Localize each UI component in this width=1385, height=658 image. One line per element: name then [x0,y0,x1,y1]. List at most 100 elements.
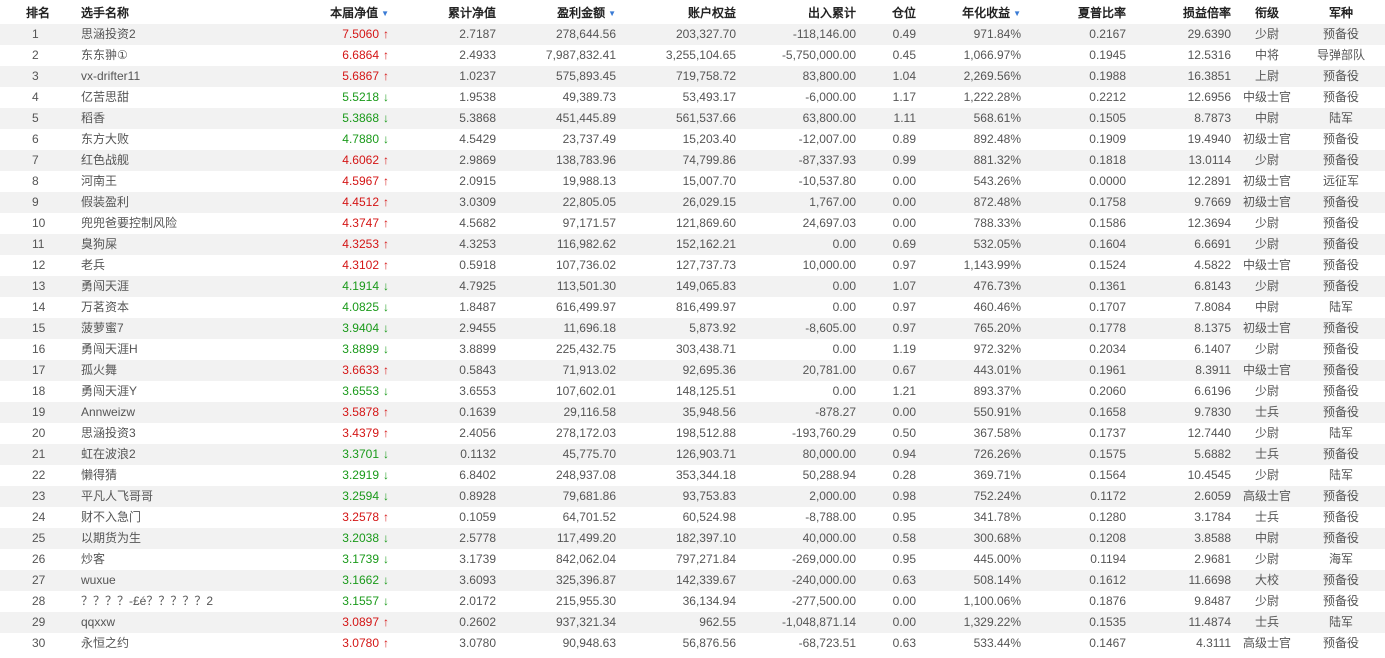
cell-annual: 892.48% [922,129,1027,150]
header-annual-sort[interactable]: 年化收益 ▼ [922,0,1027,24]
cell-rank-title: 上尉 [1237,66,1297,87]
cell-equity: 36,134.94 [622,591,742,612]
cell-rank: 29 [0,612,75,633]
cell-player-name[interactable]: 永恒之约 [75,633,295,654]
cell-player-name[interactable]: ？？？？-£é？？？？？2 [75,591,295,612]
table-row[interactable]: 11 臭狗屎 4.3253 ↑ 4.3253 116,982.62 152,162.21 0.… [0,234,1385,255]
table-row[interactable]: 21 虹在波浪2 3.3701 ↓ 0.1132 45,775.70 126,903.71 8… [0,444,1385,465]
table-row[interactable]: 25 以期货为生 3.2038 ↓ 2.5778 117,499.20 182,397.10… [0,528,1385,549]
cell-nav: 3.2038 ↓ [295,528,395,549]
header-profit-sort[interactable]: 盈利金额 ▼ [502,0,622,24]
table-row[interactable]: 20 思涵投资3 3.4379 ↑ 2.4056 278,172.03 198,512.88… [0,423,1385,444]
cell-sharpe: 0.1586 [1027,213,1132,234]
table-row[interactable]: 13 勇闯天涯 4.1914 ↓ 4.7925 113,501.30 149,065.83 0… [0,276,1385,297]
cell-profit: 278,172.03 [502,423,622,444]
cell-player-name[interactable]: 万茗资本 [75,297,295,318]
header-nav-sort[interactable]: 本届净值 ▼ [295,0,395,24]
cell-player-name[interactable]: 东东翀① [75,45,295,66]
table-row[interactable]: 1 思涵投资2 7.5060 ↑ 2.7187 278,644.56 203,327.70-… [0,24,1385,45]
cell-position: 0.69 [862,234,922,255]
header-pl-ratio-label: 损益倍率 [1182,5,1231,20]
cell-branch: 预备役 [1297,66,1385,87]
cell-player-name[interactable]: Annweizw [75,402,295,423]
table-row[interactable]: 14 万茗资本 4.0825 ↓ 1.8487 616,499.97 816,499.97 0… [0,297,1385,318]
cell-sharpe: 0.1988 [1027,66,1132,87]
cell-player-name[interactable]: 稻香 [75,108,295,129]
cell-player-name[interactable]: 虹在波浪2 [75,444,295,465]
cell-player-name[interactable]: vx-drifter11 [75,66,295,87]
table-row[interactable]: 8 河南王 4.5967 ↑ 2.0915 19,988.13 15,007.70 -10,5… [0,171,1385,192]
cell-rank-title: 中级士官 [1237,360,1297,381]
cell-player-name[interactable]: 亿苦思甜 [75,87,295,108]
table-row[interactable]: 27 wuxue 3.1662 ↓ 3.6093 325,396.87 142,339.67… [0,570,1385,591]
cell-cum-nav: 3.8899 [395,339,502,360]
cell-annual: 1,222.28% [922,87,1027,108]
cell-rank: 28 [0,591,75,612]
table-row[interactable]: 16 勇闯天涯H 3.8899 ↓ 3.8899 225,432.75 303,438.71… [0,339,1385,360]
cell-player-name[interactable]: 红色战舰 [75,150,295,171]
cell-player-name[interactable]: wuxue [75,570,295,591]
header-inout: 出入累计 [742,0,862,24]
cell-equity: 53,493.17 [622,87,742,108]
cell-sharpe: 0.1876 [1027,591,1132,612]
cell-player-name[interactable]: 思涵投资2 [75,24,295,45]
cell-player-name[interactable]: 东方大败 [75,129,295,150]
table-row[interactable]: 19 Annweizw 3.5878 ↑ 0.1639 29,116.58 35,948.5… [0,402,1385,423]
cell-player-name[interactable]: 老兵 [75,255,295,276]
cell-player-name[interactable]: 以期货为生 [75,528,295,549]
table-row[interactable]: 17 孤火舞 3.6633 ↑ 0.5843 71,913.02 92,695.36 20,7… [0,360,1385,381]
cell-player-name[interactable]: 孤火舞 [75,360,295,381]
cell-rank: 8 [0,171,75,192]
table-row[interactable]: 10 兜兜爸要控制风险 4.3747 ↑ 4.5682 97,171.57 121,869.… [0,213,1385,234]
cell-player-name[interactable]: 平凡人飞哥哥 [75,486,295,507]
cell-cum-nav: 4.3253 [395,234,502,255]
cell-pl-ratio: 7.8084 [1132,297,1237,318]
cell-equity: 3,255,104.65 [622,45,742,66]
cell-rank-title: 少尉 [1237,150,1297,171]
cell-player-name[interactable]: 臭狗屎 [75,234,295,255]
cell-annual: 369.71% [922,465,1027,486]
cell-player-name[interactable]: 懒得猜 [75,465,295,486]
cell-player-name[interactable]: qqxxw [75,612,295,633]
table-row[interactable]: 29 qqxxw 3.0897 ↑ 0.2602 937,321.34 962.55 -1,0… [0,612,1385,633]
nav-value: 4.3253 [342,237,379,251]
table-row[interactable]: 28 ？？？？-£é？？？？？2 3.1557 ↓ 2.0172 215,955.30 36… [0,591,1385,612]
cell-profit: 7,987,832.41 [502,45,622,66]
cell-player-name[interactable]: 勇闯天涯Y [75,381,295,402]
table-row[interactable]: 12 老兵 4.3102 ↑ 0.5918 107,736.02 127,737.73 10,… [0,255,1385,276]
cell-rank: 10 [0,213,75,234]
table-row[interactable]: 18 勇闯天涯Y 3.6553 ↓ 3.6553 107,602.01 148,125.51… [0,381,1385,402]
table-row[interactable]: 30 永恒之约 3.0780 ↑ 3.0780 90,948.63 56,876.56 -68… [0,633,1385,654]
table-row[interactable]: 4 亿苦思甜 5.5218 ↓ 1.9538 49,389.73 53,493.17 -6,0… [0,87,1385,108]
table-row[interactable]: 22 懒得猜 3.2919 ↓ 6.8402 248,937.08 353,344.18 50… [0,465,1385,486]
cell-pl-ratio: 12.5316 [1132,45,1237,66]
table-row[interactable]: 23 平凡人飞哥哥 3.2594 ↓ 0.8928 79,681.86 93,753.83 2… [0,486,1385,507]
cell-player-name[interactable]: 勇闯天涯 [75,276,295,297]
cell-player-name[interactable]: 炒客 [75,549,295,570]
cell-equity: 962.55 [622,612,742,633]
table-row[interactable]: 15 菠萝蜜7 3.9404 ↓ 2.9455 11,696.18 5,873.92 -8,6… [0,318,1385,339]
table-row[interactable]: 9 假装盈利 4.4512 ↑ 3.0309 22,805.05 26,029.15 1,76… [0,192,1385,213]
table-row[interactable]: 5 稻香 5.3868 ↓ 5.3868 451,445.89 561,537.66 63,8… [0,108,1385,129]
cell-branch: 陆军 [1297,465,1385,486]
cell-sharpe: 0.1505 [1027,108,1132,129]
table-row[interactable]: 6 东方大败 4.7880 ↓ 4.5429 23,737.49 15,203.40 -12,… [0,129,1385,150]
table-row[interactable]: 24 财不入急门 3.2578 ↑ 0.1059 64,701.52 60,524.98 -8… [0,507,1385,528]
cell-player-name[interactable]: 兜兜爸要控制风险 [75,213,295,234]
cell-inout: -269,000.00 [742,549,862,570]
table-row[interactable]: 3 vx-drifter11 5.6867 ↑ 1.0237 575,893.45 719,… [0,66,1385,87]
cell-nav: 4.4512 ↑ [295,192,395,213]
arrow-up-icon: ↑ [383,510,389,524]
cell-player-name[interactable]: 思涵投资3 [75,423,295,444]
table-row[interactable]: 26 炒客 3.1739 ↓ 3.1739 842,062.04 797,271.84 -26… [0,549,1385,570]
table-row[interactable]: 2 东东翀① 6.6864 ↑ 2.4933 7,987,832.41 3,255,104.… [0,45,1385,66]
cell-pl-ratio: 6.6196 [1132,381,1237,402]
cell-player-name[interactable]: 勇闯天涯H [75,339,295,360]
cell-player-name[interactable]: 财不入急门 [75,507,295,528]
cell-annual: 881.32% [922,150,1027,171]
table-row[interactable]: 7 红色战舰 4.6062 ↑ 2.9869 138,783.96 74,799.86 -87… [0,150,1385,171]
cell-pl-ratio: 9.8487 [1132,591,1237,612]
cell-player-name[interactable]: 河南王 [75,171,295,192]
cell-player-name[interactable]: 假装盈利 [75,192,295,213]
cell-player-name[interactable]: 菠萝蜜7 [75,318,295,339]
